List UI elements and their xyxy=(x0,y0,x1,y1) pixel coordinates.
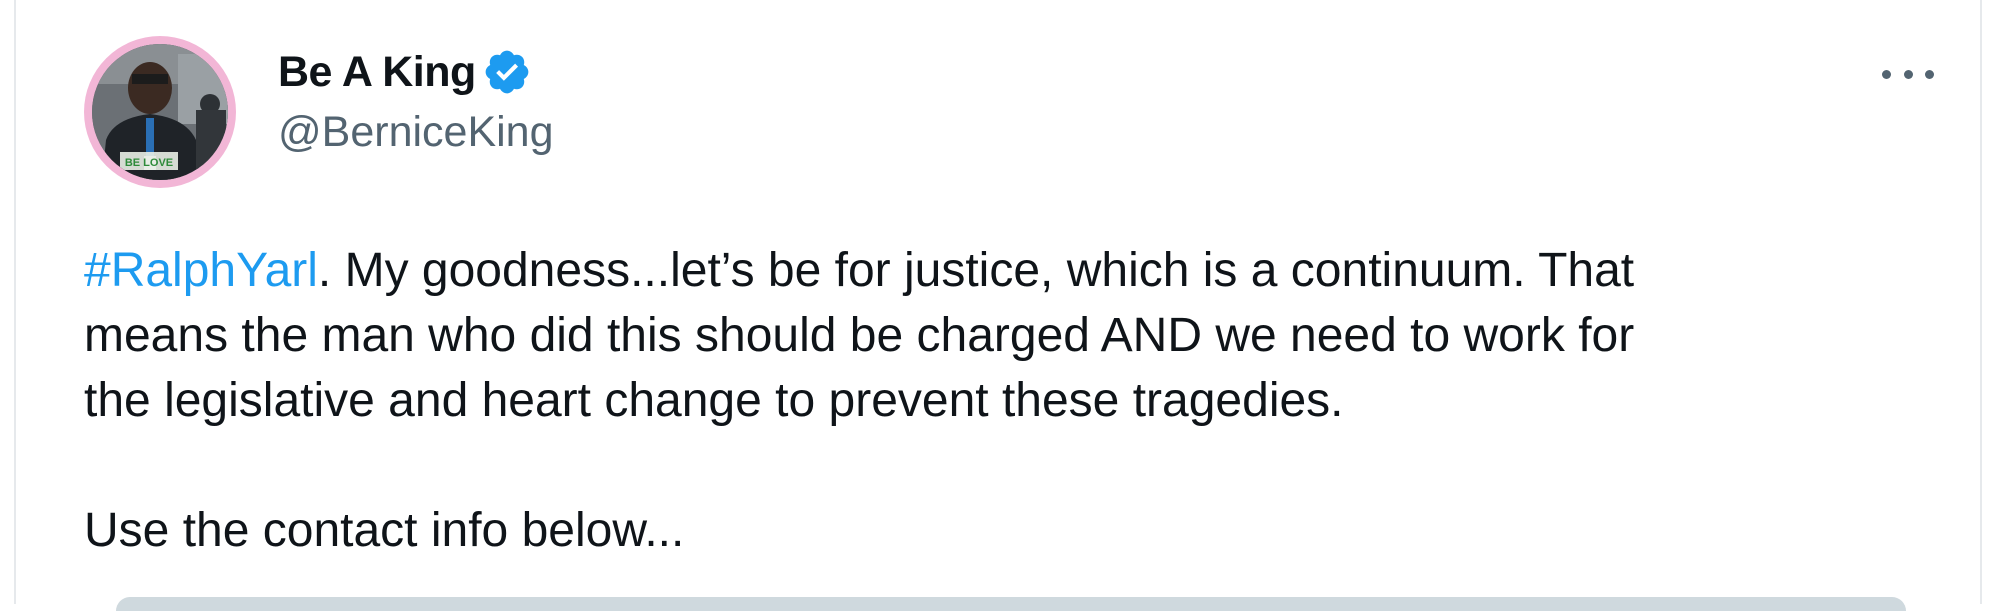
more-horizontal-icon xyxy=(1882,69,1891,79)
hashtag-link[interactable]: #RalphYarl xyxy=(84,244,318,297)
tweet-card: BE LOVE Be A King @BerniceKing #RalphYar… xyxy=(14,0,1982,611)
verified-badge-icon[interactable] xyxy=(482,47,532,97)
more-options-button[interactable] xyxy=(1882,56,1934,92)
tweet-line-3: the legislative and heart change to prev… xyxy=(84,374,1344,427)
avatar[interactable]: BE LOVE xyxy=(84,36,236,188)
tweet-text: #RalphYarl. My goodness...let’s be for j… xyxy=(84,238,1964,563)
tweet-line-2: means the man who did this should be cha… xyxy=(84,309,1635,362)
media-preview[interactable] xyxy=(116,597,1906,611)
more-horizontal-icon-dot xyxy=(1925,69,1934,79)
more-horizontal-icon-dot xyxy=(1903,69,1913,79)
author-handle[interactable]: @BerniceKing xyxy=(278,108,554,157)
tweet-line-1: #RalphYarl. My goodness...let’s be for j… xyxy=(84,238,1964,303)
avatar-image: BE LOVE xyxy=(92,44,228,180)
tweet-line-4: Use the contact info below... xyxy=(84,504,685,557)
tweet-line-1-rest: . My goodness...let’s be for justice, wh… xyxy=(317,244,1635,297)
avatar-badge-text: BE LOVE xyxy=(125,157,173,169)
author-name-row[interactable]: Be A King xyxy=(278,42,532,102)
display-name[interactable]: Be A King xyxy=(278,48,476,97)
